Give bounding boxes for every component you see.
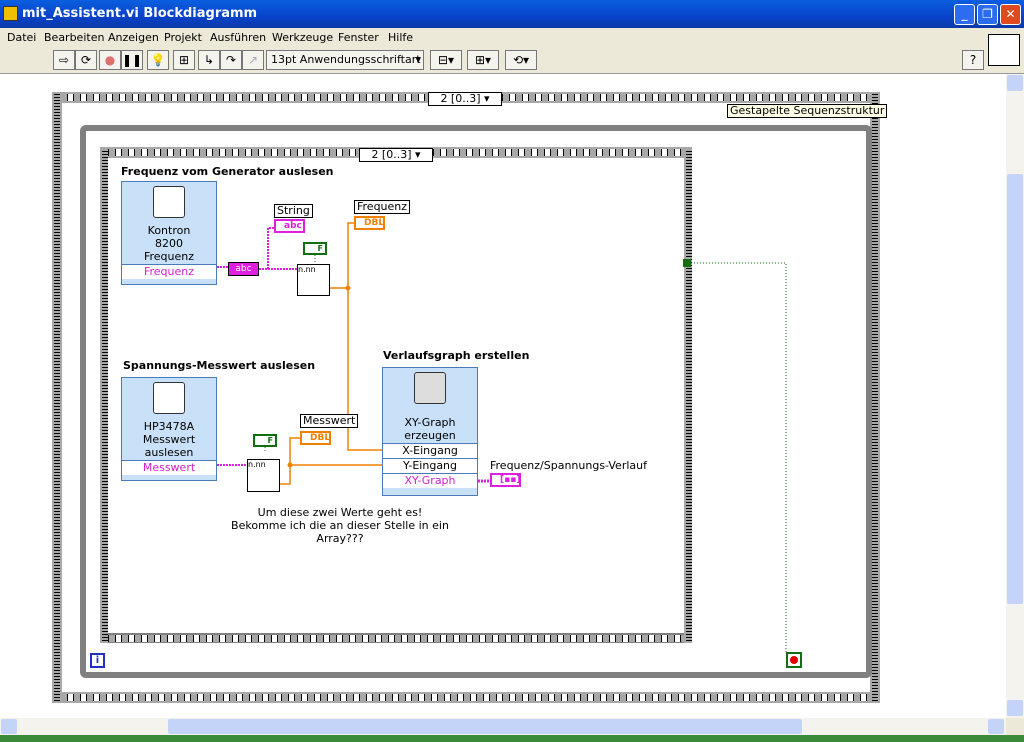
wire-junction bbox=[287, 462, 293, 468]
mess-wire bbox=[280, 437, 382, 485]
fract-exp-string-to-number-1[interactable]: n.nn bbox=[297, 264, 330, 296]
horizontal-scroll-thumb[interactable] bbox=[168, 719, 802, 734]
frequenz-indicator[interactable]: DBL bbox=[354, 216, 385, 230]
run-arrow-icon[interactable]: ⇨ bbox=[53, 50, 75, 70]
messwert-indicator[interactable]: DBL bbox=[300, 431, 331, 445]
menu-datei[interactable]: Datei bbox=[7, 31, 36, 44]
string-wire-2 bbox=[259, 227, 297, 270]
title-bar: mit_Assistent.vi Blockdiagramm _ ❐ ✕ bbox=[0, 0, 1024, 28]
menu-projekt[interactable]: Projekt bbox=[164, 31, 202, 44]
conv2-text: n.nn bbox=[248, 460, 266, 469]
menu-ausfuehren[interactable]: Ausführen bbox=[210, 31, 266, 44]
node-kontron-frequenz[interactable]: Kontron 8200 Frequenz auslesen Frequenz bbox=[121, 181, 217, 285]
section3-title: Verlaufsgraph erstellen bbox=[383, 349, 530, 362]
node1-output-frequenz[interactable]: Frequenz bbox=[122, 264, 216, 279]
xy-graph-icon bbox=[414, 372, 446, 404]
menu-anzeigen[interactable]: Anzeigen bbox=[108, 31, 159, 44]
graph-indicator[interactable]: [▪▪] bbox=[490, 473, 521, 487]
boolean-wire-out bbox=[691, 262, 787, 652]
scroll-right-button[interactable] bbox=[988, 719, 1004, 734]
pause-icon[interactable]: ❚❚ bbox=[121, 50, 143, 70]
node-hp3478a-messwert[interactable]: HP3478A Messwert auslesen Messwert bbox=[121, 377, 217, 481]
instrument-icon bbox=[153, 186, 185, 218]
vi-icon bbox=[988, 34, 1020, 66]
help-button[interactable]: ? bbox=[962, 50, 984, 70]
distribute-objects-icon[interactable]: ⊞▾ bbox=[467, 50, 499, 70]
step-over-icon[interactable]: ↷ bbox=[220, 50, 242, 70]
menu-hilfe[interactable]: Hilfe bbox=[388, 31, 413, 44]
highlight-execution-icon[interactable]: 💡 bbox=[147, 50, 169, 70]
node2-output-messwert[interactable]: Messwert bbox=[122, 460, 216, 475]
scroll-left-button[interactable] bbox=[1, 719, 17, 734]
comment-line2: Bekomme ich die an dieser Stelle in ein … bbox=[231, 519, 449, 545]
frequenz-indicator-label: Frequenz bbox=[354, 200, 411, 214]
conv1-text: n.nn bbox=[298, 265, 316, 274]
block-diagram-canvas[interactable]: 2 [0..3] ▾ Gestapelte Sequenzstruktur i … bbox=[0, 74, 1006, 718]
run-continuously-icon[interactable]: ⟳ bbox=[75, 50, 97, 70]
node-xy-graph[interactable]: XY-Graph erzeugen X-Eingang Y-Eingang XY… bbox=[382, 367, 478, 496]
comment-line1: Um diese zwei Werte geht es! bbox=[257, 506, 423, 519]
reorder-icon[interactable]: ⟲▾ bbox=[505, 50, 537, 70]
boolean-constant-2[interactable]: F bbox=[253, 434, 277, 447]
close-button[interactable]: ✕ bbox=[1000, 4, 1021, 25]
align-objects-icon[interactable]: ⊟▾ bbox=[430, 50, 462, 70]
section2-title: Spannungs-Messwert auslesen bbox=[123, 359, 316, 372]
step-out-icon[interactable]: ↗ bbox=[242, 50, 264, 70]
vertical-scrollbar[interactable] bbox=[1006, 74, 1024, 718]
fract-exp-string-to-number-2[interactable]: n.nn bbox=[247, 459, 280, 492]
menu-bearbeiten[interactable]: Bearbeiten bbox=[44, 31, 104, 44]
retain-wire-values-icon[interactable]: ⊞ bbox=[173, 50, 195, 70]
wire-junction bbox=[345, 285, 351, 291]
labview-icon bbox=[3, 6, 18, 21]
menu-werkzeuge[interactable]: Werkzeuge bbox=[272, 31, 333, 44]
node3-input-y[interactable]: Y-Eingang bbox=[383, 458, 477, 473]
scroll-down-button[interactable] bbox=[1007, 700, 1023, 716]
vertical-scroll-thumb[interactable] bbox=[1007, 174, 1023, 604]
horizontal-scrollbar[interactable] bbox=[0, 718, 1006, 735]
status-strip bbox=[0, 735, 1024, 742]
node3-name: XY-Graph erzeugen bbox=[404, 416, 456, 442]
node3-input-x[interactable]: X-Eingang bbox=[383, 443, 477, 458]
comment-text: Um diese zwei Werte geht es! Bekomme ich… bbox=[210, 506, 470, 545]
menu-bar: Datei Bearbeiten Anzeigen Projekt Ausfüh… bbox=[0, 28, 1024, 46]
toolbar: ⇨ ⟳ ● ❚❚ 💡 ⊞ ↳ ↷ ↗ 13pt Anwendungsschrif… bbox=[0, 34, 1024, 74]
boolean-constant-1[interactable]: F bbox=[303, 242, 327, 255]
chevron-down-icon: ▾ bbox=[415, 53, 421, 66]
scroll-up-button[interactable] bbox=[1007, 75, 1023, 91]
instrument-icon bbox=[153, 382, 185, 414]
node3-output-xy-graph[interactable]: XY-Graph bbox=[383, 473, 477, 488]
messwert-indicator-label: Messwert bbox=[300, 414, 359, 428]
maximize-button[interactable]: ❐ bbox=[977, 4, 998, 25]
abort-icon[interactable]: ● bbox=[99, 50, 121, 70]
minimize-button[interactable]: _ bbox=[954, 4, 975, 25]
concat-string-node[interactable]: abc bbox=[228, 262, 259, 276]
font-select-value: 13pt Anwendungsschriftart bbox=[271, 53, 421, 66]
string-indicator-label: String bbox=[274, 204, 313, 218]
menu-fenster[interactable]: Fenster bbox=[338, 31, 379, 44]
step-into-icon[interactable]: ↳ bbox=[198, 50, 220, 70]
string-indicator[interactable]: abc bbox=[274, 219, 305, 233]
graph-indicator-label: Frequenz/Spannungs-Verlauf bbox=[490, 459, 647, 472]
window-title: mit_Assistent.vi Blockdiagramm bbox=[22, 6, 258, 21]
font-select[interactable]: 13pt Anwendungsschriftart ▾ bbox=[266, 50, 424, 70]
node2-name: HP3478A Messwert auslesen bbox=[142, 420, 196, 459]
section1-title: Frequenz vom Generator auslesen bbox=[121, 165, 334, 178]
